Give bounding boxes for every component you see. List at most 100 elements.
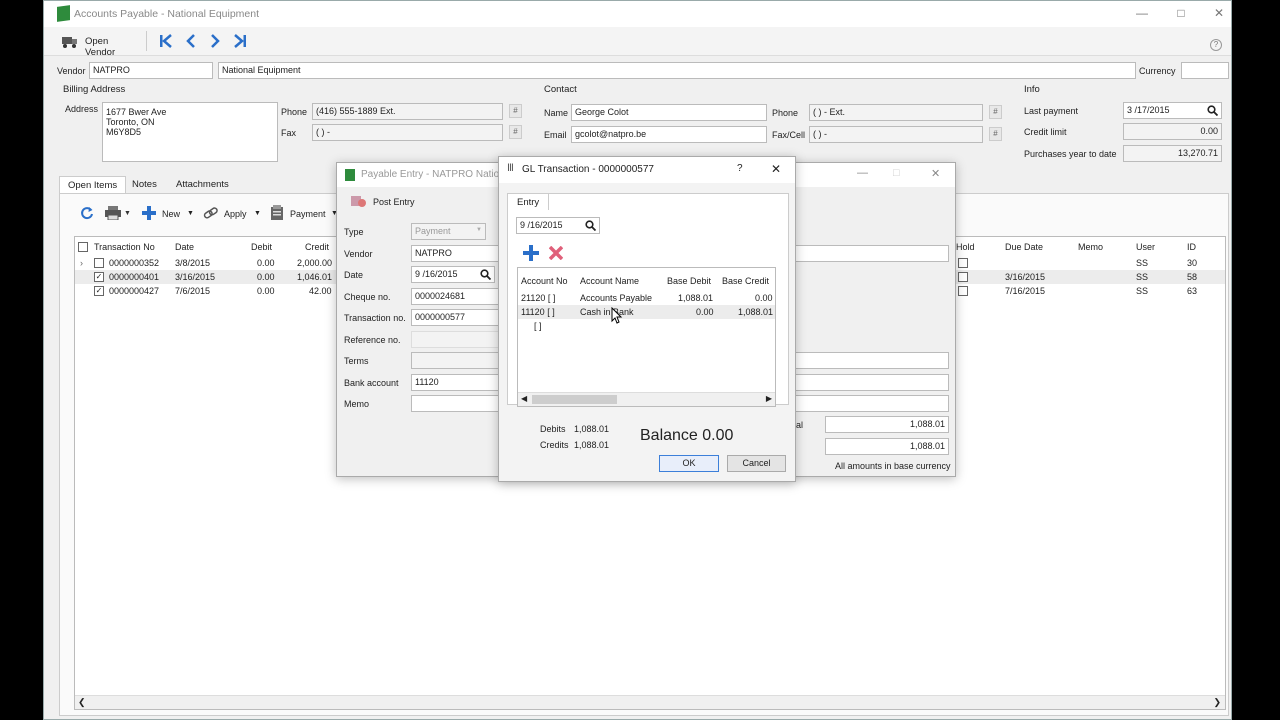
gl-col-base-debit[interactable]: Base Debit <box>667 276 711 286</box>
billing-phone-field[interactable]: (416) 555-1889 Ext. <box>312 103 503 120</box>
contact-faxcell-field[interactable]: ( ) - <box>809 126 983 143</box>
col-header-user[interactable]: User <box>1136 242 1155 252</box>
dial-contact-phone-button[interactable]: # <box>989 105 1002 119</box>
reference-no-field[interactable] <box>411 331 501 348</box>
payment-button[interactable]: Payment <box>290 209 326 219</box>
close-icon[interactable]: ✕ <box>931 167 940 180</box>
apply-dropdown-icon[interactable]: ▼ <box>254 210 261 217</box>
last-payment-field[interactable]: 3 /17/2015 <box>1123 102 1222 119</box>
total-field[interactable]: 1,088.01 <box>825 416 949 433</box>
col-header-memo[interactable]: Memo <box>1078 242 1103 252</box>
gl-help-button[interactable]: ? <box>737 163 743 174</box>
entry-right-field[interactable] <box>795 352 949 369</box>
gl-col-base-credit[interactable]: Base Credit <box>722 276 769 286</box>
row-checkbox[interactable] <box>94 258 104 268</box>
col-header-credit[interactable]: Credit <box>305 242 329 252</box>
col-header-transaction-no[interactable]: Transaction No <box>94 242 155 252</box>
scroll-right-icon[interactable]: ❯ <box>1213 697 1221 708</box>
vendor-code-field[interactable]: NATPRO <box>89 62 213 79</box>
credit-limit-field[interactable]: 0.00 <box>1123 123 1222 140</box>
gl-date-field[interactable]: 9 /16/2015 <box>516 217 600 234</box>
col-header-due-date[interactable]: Due Date <box>1005 242 1043 252</box>
minimize-icon[interactable]: — <box>857 167 868 179</box>
apply-button[interactable]: Apply <box>224 209 247 219</box>
ok-button[interactable]: OK <box>659 455 719 472</box>
row-checkbox[interactable]: ✓ <box>94 286 104 296</box>
new-button[interactable]: New <box>162 209 180 219</box>
last-record-icon[interactable] <box>232 33 248 49</box>
next-record-icon[interactable] <box>207 33 223 49</box>
billing-fax-field[interactable]: ( ) - <box>312 124 503 141</box>
gl-table-row[interactable]: [ ] <box>518 319 775 333</box>
contact-phone-field[interactable]: ( ) - Ext. <box>809 104 983 121</box>
gl-table-row[interactable]: 11120 [ ] Cash in Bank 0.00 1,088.01 <box>518 305 775 319</box>
post-entry-button[interactable]: Post Entry <box>349 194 419 210</box>
search-icon[interactable] <box>585 220 596 231</box>
search-icon[interactable] <box>1207 105 1218 116</box>
print-dropdown-icon[interactable]: ▼ <box>124 210 131 217</box>
bank-account-field[interactable]: 11120 <box>411 374 501 391</box>
tab-open-items[interactable]: Open Items <box>59 176 127 193</box>
gl-horizontal-scrollbar[interactable]: ◀ ▶ <box>518 392 775 406</box>
print-icon[interactable] <box>105 206 121 220</box>
horizontal-scrollbar[interactable]: ❮ ❯ <box>75 695 1225 709</box>
add-icon[interactable] <box>142 206 156 220</box>
dial-faxcell-button[interactable]: # <box>989 127 1002 141</box>
previous-record-icon[interactable] <box>183 33 199 49</box>
col-header-hold[interactable]: Hold <box>956 242 975 252</box>
vendor-name-field[interactable]: National Equipment <box>218 62 1136 79</box>
scroll-right-icon[interactable]: ▶ <box>766 394 772 403</box>
address-field[interactable]: 1677 Bwer Ave Toronto, ON M6Y8D5 <box>102 102 278 162</box>
dial-fax-button[interactable]: # <box>509 125 522 139</box>
col-header-debit[interactable]: Debit <box>251 242 272 252</box>
expand-row-icon[interactable]: › <box>80 258 83 268</box>
contact-email-field[interactable]: gcolot@natpro.be <box>571 126 767 143</box>
tab-attachments[interactable]: Attachments <box>168 176 237 193</box>
select-all-checkbox[interactable] <box>78 242 88 252</box>
refresh-icon[interactable] <box>80 206 94 220</box>
maximize-icon[interactable]: □ <box>893 167 900 179</box>
gl-table-row[interactable]: 21120 [ ] Accounts Payable 1,088.01 0.00 <box>518 291 775 305</box>
entry-date-field[interactable]: 9 /16/2015 <box>411 266 495 283</box>
first-record-icon[interactable] <box>158 33 174 49</box>
open-vendor-button[interactable]: Open Vendor <box>56 33 140 58</box>
new-dropdown-icon[interactable]: ▼ <box>187 210 194 217</box>
scroll-left-icon[interactable]: ❮ <box>78 697 86 708</box>
gl-col-account-name[interactable]: Account Name <box>580 276 639 286</box>
cancel-button[interactable]: Cancel <box>727 455 786 472</box>
close-icon[interactable]: ✕ <box>771 162 781 176</box>
entry-right-field[interactable] <box>795 395 949 412</box>
entry-vendor-field[interactable]: NATPRO <box>411 245 501 262</box>
hold-checkbox[interactable] <box>958 286 968 296</box>
delete-line-icon[interactable] <box>549 246 563 260</box>
close-icon[interactable]: ✕ <box>1209 5 1229 21</box>
gl-col-account-no[interactable]: Account No <box>521 276 568 286</box>
tab-entry[interactable]: Entry <box>507 193 550 210</box>
type-select[interactable]: Payment ▼ <box>411 223 486 240</box>
search-icon[interactable] <box>480 269 491 280</box>
row-checkbox[interactable]: ✓ <box>94 272 104 282</box>
contact-name-field[interactable]: George Colot <box>571 104 767 121</box>
entry-right-field[interactable] <box>795 245 949 262</box>
memo-field[interactable] <box>411 395 501 412</box>
transaction-no-field[interactable]: 0000000577 <box>411 309 501 326</box>
dial-phone-button[interactable]: # <box>509 104 522 118</box>
entry-right-field[interactable] <box>795 374 949 391</box>
purchases-ytd-field[interactable]: 13,270.71 <box>1123 145 1222 162</box>
scrollbar-thumb[interactable] <box>532 395 617 404</box>
scroll-left-icon[interactable]: ◀ <box>521 394 527 403</box>
minimize-icon[interactable]: — <box>1132 5 1152 21</box>
col-header-id[interactable]: ID <box>1187 242 1196 252</box>
add-line-icon[interactable] <box>523 245 539 261</box>
hold-checkbox[interactable] <box>958 272 968 282</box>
help-icon[interactable]: ? <box>1210 39 1222 51</box>
maximize-icon[interactable]: □ <box>1171 5 1191 21</box>
cheque-field[interactable]: 0000024681 <box>411 288 501 305</box>
payment-icon[interactable] <box>270 205 284 221</box>
currency-field[interactable] <box>1181 62 1229 79</box>
amount-field[interactable]: 1,088.01 <box>825 438 949 455</box>
tab-notes[interactable]: Notes <box>124 176 165 193</box>
hold-checkbox[interactable] <box>958 258 968 268</box>
col-header-date[interactable]: Date <box>175 242 194 252</box>
link-icon[interactable] <box>203 206 219 220</box>
